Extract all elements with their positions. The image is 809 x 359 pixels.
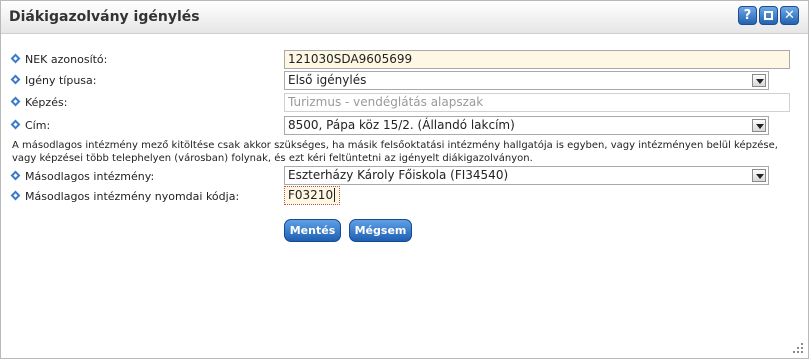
nek-value: 121030SDA9605699 [288, 52, 413, 66]
nyomdai-label: Másodlagos intézmény nyomdai kódja: [25, 190, 240, 203]
dialog-title: Diákigazolvány igénylés [9, 9, 200, 25]
dropdown-arrow-icon[interactable] [752, 169, 766, 182]
igeny-value: Első igénylés [288, 73, 367, 87]
maximize-button[interactable] [759, 6, 778, 25]
masodlagos-label: Másodlagos intézmény: [25, 170, 155, 183]
cim-select[interactable]: 8500, Pápa köz 15/2. (Állandó lakcím) [284, 116, 769, 135]
close-icon: ✕ [784, 8, 795, 23]
igeny-select[interactable]: Első igénylés [284, 71, 769, 90]
cim-value: 8500, Pápa köz 15/2. (Állandó lakcím) [288, 118, 515, 132]
nek-label-row: NEK azonosító: [10, 53, 108, 66]
cancel-button[interactable]: Mégsem [349, 219, 412, 242]
nek-field[interactable]: 121030SDA9605699 [284, 50, 790, 69]
help-button[interactable]: ? [738, 6, 757, 25]
bullet-diamond-icon [10, 190, 21, 201]
cim-label: Cím: [25, 119, 51, 132]
nek-label: NEK azonosító: [25, 53, 108, 66]
nyomdai-value: F03210 [288, 188, 334, 202]
bullet-diamond-icon [10, 74, 21, 85]
masodlagos-label-row: Másodlagos intézmény: [10, 170, 155, 183]
masodlagos-value: Eszterházy Károly Főiskola (FI34540) [288, 168, 509, 182]
save-button[interactable]: Mentés [284, 219, 341, 242]
bullet-diamond-icon [10, 53, 21, 64]
kepzes-value: Turizmus - vendéglátás alapszak [288, 95, 484, 109]
dropdown-arrow-icon[interactable] [752, 74, 766, 87]
help-icon: ? [743, 8, 752, 23]
dialog-window: Diákigazolvány igénylés ? ✕ NEK azonosít… [0, 0, 809, 359]
kepzes-field: Turizmus - vendéglátás alapszak [284, 93, 790, 112]
secondary-institution-info: A másodlagos intézmény mező kitöltése cs… [12, 140, 778, 164]
nyomdai-input[interactable]: F03210 [284, 186, 340, 205]
igeny-label-row: Igény típusa: [10, 74, 97, 87]
masodlagos-select[interactable]: Eszterházy Károly Főiskola (FI34540) [284, 166, 769, 185]
nyomdai-label-row: Másodlagos intézmény nyomdai kódja: [10, 190, 240, 203]
dropdown-arrow-icon[interactable] [752, 119, 766, 132]
bullet-diamond-icon [10, 96, 21, 107]
bullet-diamond-icon [10, 119, 21, 130]
bullet-diamond-icon [10, 170, 21, 181]
kepzes-label: Képzés: [25, 96, 68, 109]
resize-grip-icon[interactable] [793, 343, 803, 353]
igeny-label: Igény típusa: [25, 74, 97, 87]
close-button[interactable]: ✕ [780, 6, 799, 25]
kepzes-label-row: Képzés: [10, 96, 68, 109]
title-bar[interactable]: Diákigazolvány igénylés ? ✕ [1, 1, 808, 34]
cim-label-row: Cím: [10, 119, 51, 132]
text-cursor [334, 188, 336, 202]
maximize-icon [764, 11, 773, 20]
